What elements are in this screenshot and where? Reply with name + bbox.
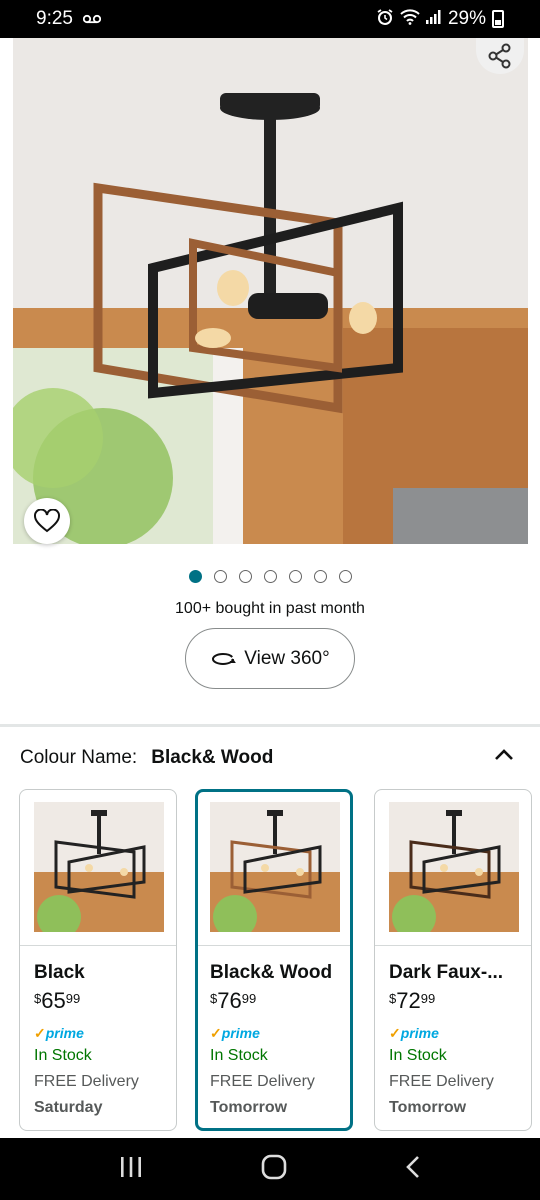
- prime-badge: ✓prime: [389, 1025, 439, 1041]
- variant-separator: [20, 945, 176, 946]
- prime-badge: ✓prime: [210, 1025, 260, 1041]
- image-carousel-dots: [0, 570, 540, 583]
- status-left: 9:25: [36, 8, 102, 30]
- delivery-text: FREE Delivery: [34, 1073, 139, 1090]
- carousel-dot-1[interactable]: [188, 570, 202, 583]
- variant-separator: [375, 945, 531, 946]
- carousel-dot-6[interactable]: [313, 570, 327, 583]
- rotate-360-icon: [212, 652, 237, 665]
- colour-name-label: Colour Name:: [20, 747, 138, 768]
- status-time: 9:25: [36, 8, 73, 29]
- delivery-text: FREE Delivery: [389, 1073, 494, 1090]
- wifi-icon: [400, 9, 420, 29]
- variant-name: Dark Faux-...: [389, 962, 504, 983]
- view-360-label: View 360°: [244, 647, 330, 669]
- chevron-up-icon[interactable]: [494, 746, 514, 768]
- product-image-illustration: [13, 38, 528, 544]
- prime-badge: ✓prime: [34, 1025, 84, 1041]
- variant-thumbnail: [389, 802, 519, 932]
- home-icon[interactable]: [261, 1154, 287, 1185]
- variant-name: Black& Wood: [210, 962, 333, 983]
- battery-icon: [492, 10, 504, 28]
- delivery-text: FREE Delivery: [210, 1073, 315, 1090]
- variant-price: $6599: [34, 988, 81, 1013]
- bought-past-month: 100+ bought in past month: [175, 600, 365, 617]
- voicemail-icon: [82, 11, 102, 28]
- carousel-dot-7[interactable]: [338, 570, 352, 583]
- colour-name-value: Black& Wood: [151, 747, 274, 768]
- product-image[interactable]: [13, 38, 528, 544]
- colour-name-row[interactable]: Colour Name: Black& Wood: [20, 744, 520, 772]
- recent-apps-icon[interactable]: [119, 1156, 143, 1183]
- delivery-day: Tomorrow: [210, 1099, 288, 1116]
- view-360-button[interactable]: View 360°: [185, 628, 355, 689]
- delivery-day: Saturday: [34, 1099, 103, 1116]
- variant-card-dark-faux-wood[interactable]: Dark Faux-... $7299 ✓prime In Stock FREE…: [374, 789, 532, 1131]
- variant-name: Black: [34, 962, 85, 983]
- alarm-icon: [376, 8, 394, 30]
- share-icon: [488, 43, 511, 69]
- back-icon[interactable]: [405, 1155, 421, 1184]
- variant-card-black-wood[interactable]: Black& Wood $7699 ✓prime In Stock FREE D…: [195, 789, 353, 1131]
- signal-icon: [425, 10, 442, 28]
- status-right: 29%: [376, 8, 504, 30]
- variant-separator: [198, 945, 350, 946]
- carousel-dot-5[interactable]: [288, 570, 302, 583]
- stock-status: In Stock: [210, 1047, 268, 1064]
- wishlist-button[interactable]: [24, 498, 70, 544]
- carousel-dot-4[interactable]: [263, 570, 277, 583]
- status-bar: 9:25 29%: [0, 0, 540, 38]
- variant-price: $7299: [389, 988, 436, 1013]
- variant-thumbnail: [34, 802, 164, 932]
- stock-status: In Stock: [389, 1047, 447, 1064]
- heart-icon: [34, 509, 60, 533]
- system-nav-bar: [0, 1138, 540, 1200]
- variant-price: $7699: [210, 988, 257, 1013]
- delivery-day: Tomorrow: [389, 1099, 467, 1116]
- battery-percent: 29%: [447, 8, 486, 29]
- stock-status: In Stock: [34, 1047, 92, 1064]
- carousel-dot-3[interactable]: [238, 570, 252, 583]
- variant-card-black[interactable]: Black $6599 ✓prime In Stock FREE Deliver…: [19, 789, 177, 1131]
- variant-thumbnail: [210, 802, 340, 932]
- section-divider: [0, 724, 540, 727]
- carousel-dot-2[interactable]: [213, 570, 227, 583]
